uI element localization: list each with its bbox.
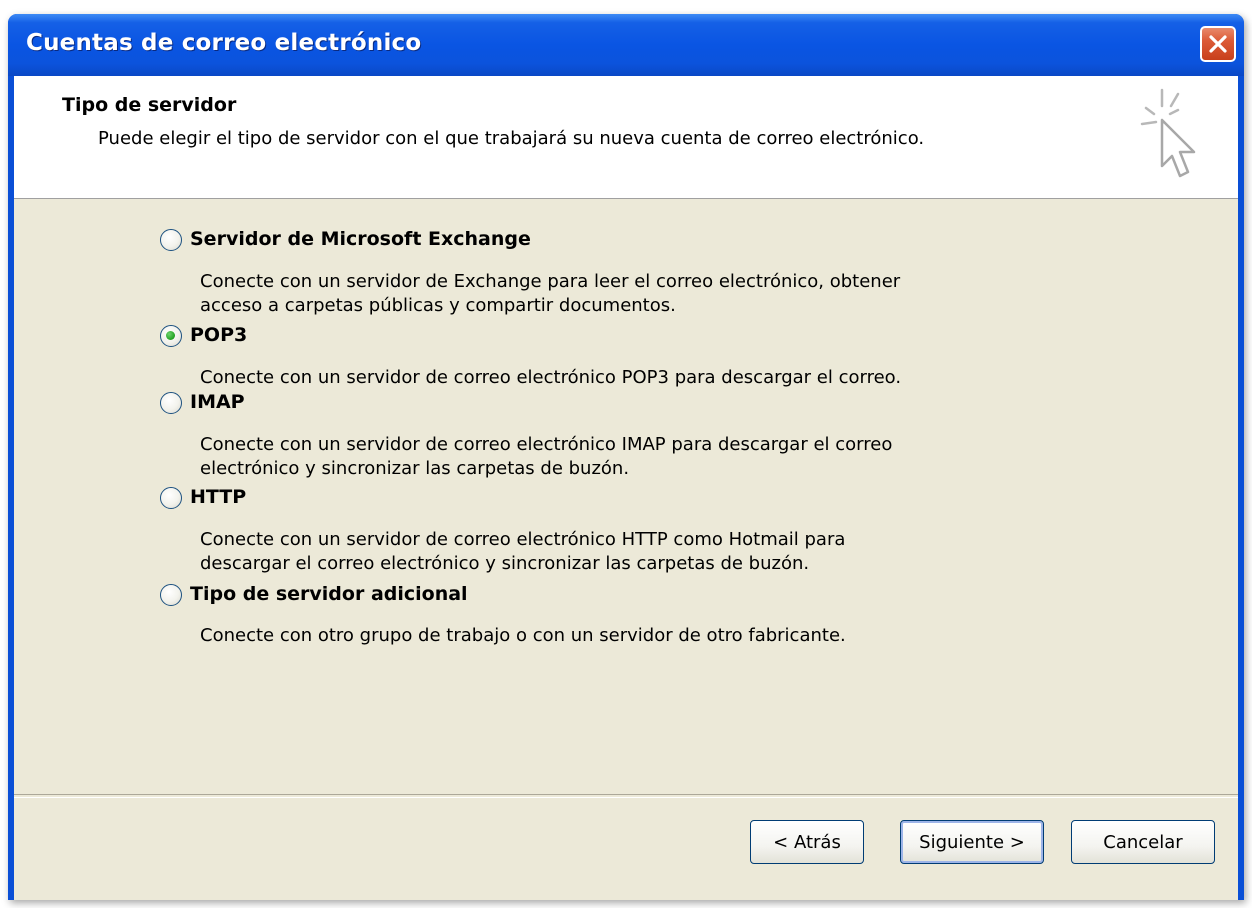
close-button[interactable] [1200,26,1236,62]
radio-imap[interactable] [160,392,182,414]
radio-pop3[interactable] [160,325,182,347]
option-pop3-label: POP3 [190,324,248,346]
footer-divider [14,794,1238,798]
wizard-cursor-icon [1140,88,1196,178]
option-imap-label: IMAP [190,391,245,413]
dialog-body: Tipo de servidor Puede elegir el tipo de… [14,76,1238,900]
radio-additional[interactable] [160,584,182,606]
option-imap-description: Conecte con un servidor de correo electr… [200,434,893,479]
option-pop3-description: Conecte con un servidor de correo electr… [200,367,902,388]
cancel-button[interactable]: Cancelar [1071,820,1215,864]
wizard-header: Tipo de servidor Puede elegir el tipo de… [14,76,1238,199]
option-additional-label: Tipo de servidor adicional [190,583,468,605]
option-exchange-label: Servidor de Microsoft Exchange [190,228,531,250]
option-http-description: Conecte con un servidor de correo electr… [200,529,846,574]
option-additional-description: Conecte con otro grupo de trabajo o con … [200,625,846,646]
radio-http[interactable] [160,487,182,509]
page-title: Tipo de servidor [62,94,237,116]
page-subtitle: Puede elegir el tipo de servidor con el … [98,128,925,149]
option-http-label: HTTP [190,486,247,508]
radio-exchange[interactable] [160,229,182,251]
back-button[interactable]: < Atrás [750,820,864,864]
next-button[interactable]: Siguiente > [900,820,1044,864]
window-title: Cuentas de correo electrónico [26,30,422,56]
title-bar[interactable]: Cuentas de correo electrónico [8,14,1244,76]
email-accounts-dialog: Cuentas de correo electrónico Tipo de se… [8,14,1244,900]
close-icon [1209,35,1227,53]
option-exchange-description: Conecte con un servidor de Exchange para… [200,271,901,316]
radio-selected-dot [166,331,175,340]
